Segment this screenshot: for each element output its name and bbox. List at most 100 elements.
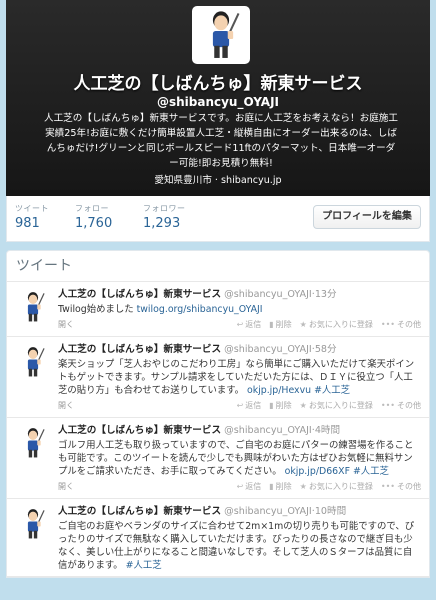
- tweet-link[interactable]: okjp.jp/Hexvu: [247, 385, 311, 396]
- tweet-timestamp[interactable]: 10時間: [315, 506, 346, 517]
- tweet-avatar[interactable]: [16, 426, 50, 460]
- more-action[interactable]: ••• その他: [381, 401, 421, 410]
- tweet-actions: ↩ 返信 ▮ 削除 ★ お気に入りに登録 ••• その他: [229, 481, 421, 492]
- tweet-text: 楽天ショップ「芝人おやじのこだわり工房」なら簡単にご購入いただけて楽天ポイントも…: [58, 358, 421, 397]
- tweet-link[interactable]: okjp.jp/D66XF: [285, 466, 350, 477]
- reply-action[interactable]: ↩ 返信: [237, 482, 262, 491]
- more-icon: •••: [380, 401, 395, 410]
- tweet-author-handle[interactable]: @shibancyu_OYAJI: [224, 289, 312, 300]
- tweet-footer: 開く ↩ 返信 ▮ 削除 ★ お気に入りに登録 ••• その他: [58, 399, 421, 413]
- tweet-header: 人工芝の【しばんちゅ】新東サービス @shibancyu_OYAJI·4時間: [58, 424, 421, 438]
- reply-action[interactable]: ↩ 返信: [237, 320, 262, 329]
- tweet-avatar[interactable]: [16, 507, 50, 541]
- delete-label: 削除: [275, 320, 292, 329]
- stat-following-label: フォロー: [75, 204, 109, 213]
- star-icon: ★: [299, 401, 307, 410]
- timeline-title: ツイート: [7, 251, 429, 282]
- tweet-text-body: 楽天ショップ「芝人おやじのこだわり工房」なら簡単にご購入いただけて楽天ポイントも…: [58, 359, 415, 396]
- more-icon: •••: [380, 320, 395, 329]
- profile-location: 愛知県豊川市: [154, 175, 212, 186]
- location-separator: ·: [214, 175, 218, 186]
- profile-name: 人工芝の【しばんちゅ】新東サービス: [73, 74, 363, 94]
- delete-action[interactable]: ▮ 削除: [269, 482, 291, 491]
- more-label: その他: [397, 401, 421, 410]
- tweet-footer: 開く ↩ 返信 ▮ 削除 ★ お気に入りに登録 ••• その他: [58, 318, 421, 332]
- tweet-timestamp[interactable]: 58分: [315, 344, 337, 355]
- tweet-text: ゴルフ用人工芝も取り扱っていますので、ご自宅のお庭にパターの練習場を作ることも可…: [58, 439, 421, 478]
- tweet-avatar[interactable]: [16, 345, 50, 379]
- star-icon: ★: [299, 482, 307, 491]
- favorite-action[interactable]: ★ お気に入りに登録: [300, 482, 373, 491]
- tweet-author-name[interactable]: 人工芝の【しばんちゅ】新東サービス: [58, 506, 221, 517]
- stat-tweets[interactable]: ツイート 981: [15, 203, 49, 231]
- tweet-timestamp[interactable]: 13分: [315, 289, 337, 300]
- stat-following[interactable]: フォロー 1,760: [75, 203, 112, 231]
- delete-action[interactable]: ▮ 削除: [269, 401, 291, 410]
- tweet-item[interactable]: 人工芝の【しばんちゅ】新東サービス @shibancyu_OYAJI·4時間 ゴ…: [7, 418, 429, 499]
- tweet-timestamp[interactable]: 4時間: [315, 425, 340, 436]
- tweet-timeline: ツイート 人工芝の【しばんちゅ】新東サービス @shibancyu_OYAJI·…: [6, 250, 430, 578]
- tweet-text: ご自宅のお庭やベランダのサイズに合わせて2m×1mの切り売りも可能ですので、ぴっ…: [58, 520, 421, 572]
- tweet-avatar[interactable]: [16, 290, 50, 324]
- delete-action[interactable]: ▮ 削除: [269, 320, 291, 329]
- stat-tweets-value: 981: [15, 216, 40, 231]
- tweet-item[interactable]: 人工芝の【しばんちゅ】新東サービス @shibancyu_OYAJI·13分 T…: [7, 282, 429, 337]
- stat-followers[interactable]: フォロワー 1,293: [143, 203, 186, 231]
- reply-icon: ↩: [236, 401, 244, 410]
- stat-followers-value: 1,293: [143, 216, 181, 231]
- profile-handle: @shibancyu_OYAJI: [156, 95, 280, 109]
- tweet-text: Twilog始めました twilog.org/shibancyu_OYAJI: [58, 303, 421, 316]
- tweet-author-handle[interactable]: @shibancyu_OYAJI: [224, 425, 312, 436]
- tweet-link[interactable]: twilog.org/shibancyu_OYAJI: [137, 304, 263, 315]
- tweet-open-link[interactable]: 開く: [58, 400, 74, 411]
- profile-location-line: 愛知県豊川市 · shibancyu.jp: [6, 172, 430, 186]
- more-label: その他: [397, 320, 421, 329]
- favorite-action[interactable]: ★ お気に入りに登録: [300, 320, 373, 329]
- profile-avatar[interactable]: [192, 6, 250, 64]
- tweet-hashtag[interactable]: #人工芝: [126, 560, 162, 571]
- tweet-author-handle[interactable]: @shibancyu_OYAJI: [224, 344, 312, 355]
- tweet-author-name[interactable]: 人工芝の【しばんちゅ】新東サービス: [58, 425, 221, 436]
- tweet-author-name[interactable]: 人工芝の【しばんちゅ】新東サービス: [58, 289, 221, 300]
- reply-label: 返信: [245, 320, 262, 329]
- star-icon: ★: [299, 320, 307, 329]
- tweet-hashtag[interactable]: #人工芝: [353, 466, 389, 477]
- tweet-header: 人工芝の【しばんちゅ】新東サービス @shibancyu_OYAJI·58分: [58, 343, 421, 357]
- stat-tweets-label: ツイート: [15, 204, 49, 213]
- tweet-author-handle[interactable]: @shibancyu_OYAJI: [224, 506, 312, 517]
- tweet-open-link[interactable]: 開く: [58, 481, 74, 492]
- reply-label: 返信: [245, 482, 262, 491]
- tweet-item[interactable]: 人工芝の【しばんちゅ】新東サービス @shibancyu_OYAJI·58分 楽…: [7, 337, 429, 418]
- profile-bio: 人工芝の【しばんちゅ】新東サービスです。お庭に人工芝をお考えなら！お庭施工実績2…: [43, 113, 398, 169]
- tweet-footer: 開く ↩ 返信 ▮ 削除 ★ お気に入りに登録 ••• その他: [58, 480, 421, 494]
- stat-following-value: 1,760: [75, 216, 113, 231]
- stat-followers-label: フォロワー: [143, 204, 186, 213]
- favorite-label: お気に入りに登録: [308, 482, 373, 491]
- more-label: その他: [397, 482, 421, 491]
- trash-icon: ▮: [269, 482, 274, 491]
- reply-action[interactable]: ↩ 返信: [237, 401, 262, 410]
- edit-profile-button[interactable]: プロフィールを編集: [313, 205, 421, 229]
- favorite-label: お気に入りに登録: [308, 401, 373, 410]
- reply-icon: ↩: [236, 482, 244, 491]
- tweet-author-name[interactable]: 人工芝の【しばんちゅ】新東サービス: [58, 344, 221, 355]
- favorite-label: お気に入りに登録: [308, 320, 373, 329]
- tweet-actions: ↩ 返信 ▮ 削除 ★ お気に入りに登録 ••• その他: [229, 319, 421, 330]
- tweet-actions: ↩ 返信 ▮ 削除 ★ お気に入りに登録 ••• その他: [229, 400, 421, 411]
- tweet-header: 人工芝の【しばんちゅ】新東サービス @shibancyu_OYAJI·10時間: [58, 505, 421, 519]
- more-action[interactable]: ••• その他: [381, 482, 421, 491]
- reply-icon: ↩: [236, 320, 244, 329]
- profile-stats: ツイート 981 フォロー 1,760 フォロワー 1,293 プロフィールを編…: [6, 196, 430, 242]
- more-icon: •••: [380, 482, 395, 491]
- profile-website-link[interactable]: shibancyu.jp: [221, 175, 282, 186]
- tweet-header: 人工芝の【しばんちゅ】新東サービス @shibancyu_OYAJI·13分: [58, 288, 421, 302]
- delete-label: 削除: [275, 482, 292, 491]
- tweet-hashtag[interactable]: #人工芝: [314, 385, 350, 396]
- profile-page: 人工芝の【しばんちゅ】新東サービス @shibancyu_OYAJI 人工芝の【…: [6, 0, 430, 600]
- delete-label: 削除: [275, 401, 292, 410]
- tweet-open-link[interactable]: 開く: [58, 319, 74, 330]
- more-action[interactable]: ••• その他: [381, 320, 421, 329]
- trash-icon: ▮: [269, 320, 274, 329]
- tweet-item[interactable]: 人工芝の【しばんちゅ】新東サービス @shibancyu_OYAJI·10時間 …: [7, 499, 429, 577]
- favorite-action[interactable]: ★ お気に入りに登録: [300, 401, 373, 410]
